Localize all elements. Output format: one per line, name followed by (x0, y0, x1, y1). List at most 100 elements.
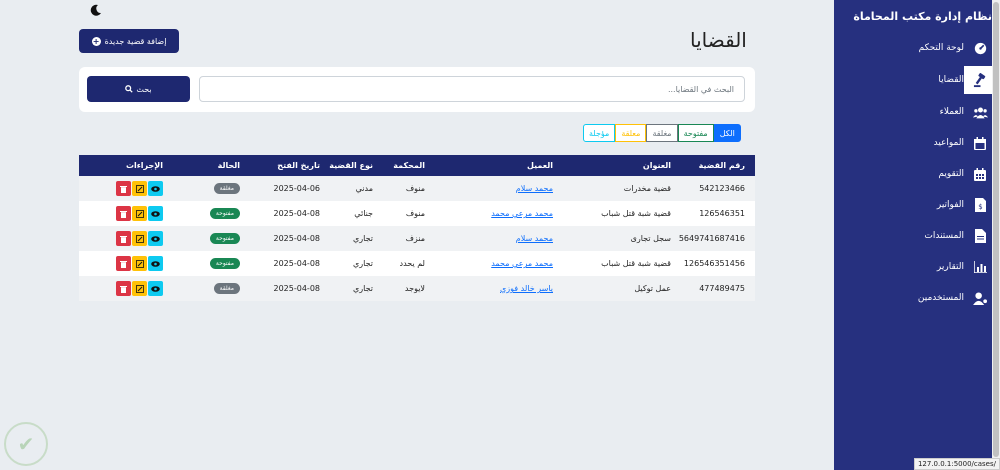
edit-icon (135, 284, 144, 293)
view-button[interactable] (148, 206, 163, 221)
dashboard-icon (972, 40, 988, 56)
sidebar-item-appointments[interactable]: المواعيد (834, 132, 1000, 154)
status-badge: مفتوحة (209, 233, 240, 244)
users-icon (972, 104, 988, 120)
add-case-button[interactable]: إضافة قضية جديدة + (79, 29, 179, 53)
case-type: مدني (355, 184, 373, 193)
status-badge: مغلقة (213, 183, 240, 194)
delete-button[interactable] (116, 256, 131, 271)
svg-text:$: $ (978, 203, 982, 211)
status-filter-group: الكل مفتوحة مغلقة معلقة مؤجلة (583, 124, 741, 142)
table-row: 477489475 عمل توكيل ياسر خالد فوزي لايوجد تج… (79, 276, 755, 301)
plus-icon: + (91, 36, 101, 46)
row-actions (116, 206, 163, 221)
sidebar: نظام إدارة مكتب المحاماة لوحة التحكم الق… (834, 0, 1000, 470)
sidebar-item-dashboard[interactable]: لوحة التحكم (834, 37, 1000, 59)
calendar-days-icon (972, 166, 988, 182)
chart-icon (972, 259, 988, 275)
edit-button[interactable] (132, 281, 147, 296)
table-row: 5649741687416 سجل تجارى محمد سلام منزف تجاري… (79, 226, 755, 251)
case-open-date: 2025-04-08 (273, 284, 321, 293)
filter-postponed[interactable]: مؤجلة (583, 124, 616, 142)
view-button[interactable] (148, 256, 163, 271)
case-title: قضية مخدرات (623, 184, 671, 193)
delete-button[interactable] (116, 231, 131, 246)
eye-icon (151, 260, 160, 267)
case-open-date: 2025-04-08 (273, 234, 321, 243)
sidebar-item-cases[interactable]: القضايا (834, 69, 1000, 91)
sidebar-item-calendar[interactable]: التقويم (834, 163, 1000, 185)
sidebar-item-documents[interactable]: المستندات (834, 225, 1000, 247)
client-link[interactable]: ياسر خالد فوزي (500, 284, 553, 293)
cases-table: رقم القضية العنوان العميل المحكمة نوع ال… (79, 155, 755, 301)
scrollbar-thumb[interactable] (993, 2, 999, 457)
view-button[interactable] (148, 181, 163, 196)
case-court: منزف (405, 234, 425, 243)
sidebar-item-label: التقارير (936, 262, 964, 272)
case-court: منوف (405, 209, 425, 218)
case-court: لم يحدد (399, 259, 425, 268)
table-row: 542123466 قضية مخدرات محمد سلام منوف مدني 202… (79, 176, 755, 201)
sidebar-item-label: لوحة التحكم (918, 43, 964, 53)
client-link[interactable]: محمد سلام (516, 234, 553, 243)
edit-icon (135, 234, 144, 243)
row-actions (116, 281, 163, 296)
case-open-date: 2025-04-06 (273, 184, 321, 193)
add-case-label: إضافة قضية جديدة (104, 36, 167, 46)
search-icon (125, 85, 134, 93)
table-row: 126546351 قضية شبة قتل شباب محمد مرعي محمد… (79, 201, 755, 226)
view-button[interactable] (148, 281, 163, 296)
sidebar-item-users[interactable]: المستخدمين (834, 287, 1000, 309)
row-actions (116, 231, 163, 246)
table-row: 126546351456 قضية شبة قتل شباب محمد مرعي م… (79, 251, 755, 276)
case-court: منوف (405, 184, 425, 193)
col-status: الحالة (217, 161, 240, 170)
gavel-icon (972, 72, 988, 88)
sidebar-item-invoices[interactable]: $ الفواتير (834, 194, 1000, 216)
invoice-icon: $ (972, 197, 988, 213)
client-link[interactable]: محمد سلام (516, 184, 553, 193)
client-link[interactable]: محمد مرعي محمد (491, 259, 553, 268)
case-type: تجاري (353, 284, 373, 293)
status-badge: مفتوحة (209, 258, 240, 269)
calendar-icon (972, 135, 988, 151)
case-number: 5649741687416 (678, 234, 745, 243)
search-button[interactable]: بحث (87, 76, 190, 102)
case-title: سجل تجارى (630, 234, 671, 243)
sidebar-item-label: الفواتير (936, 200, 964, 210)
case-title: قضية شبة قتل شباب (601, 209, 671, 218)
col-court: المحكمة (393, 161, 425, 170)
dark-mode-toggle[interactable] (90, 4, 102, 20)
sidebar-item-label: العملاء (939, 107, 964, 117)
case-open-date: 2025-04-08 (273, 259, 321, 268)
col-open-date: تاريخ الفتح (277, 161, 320, 170)
filter-closed[interactable]: مغلقة (646, 124, 678, 142)
search-input[interactable]: البحث في القضايا... (199, 76, 745, 102)
search-card: البحث في القضايا... بحث (79, 67, 755, 112)
sidebar-item-label: التقويم (938, 169, 964, 179)
sidebar-item-reports[interactable]: التقارير (834, 256, 1000, 278)
edit-button[interactable] (132, 231, 147, 246)
filter-open[interactable]: مفتوحة (677, 124, 714, 142)
user-gear-icon (972, 290, 988, 306)
case-type: تجاري (353, 234, 373, 243)
edit-button[interactable] (132, 206, 147, 221)
delete-button[interactable] (116, 181, 131, 196)
eye-icon (151, 235, 160, 242)
client-link[interactable]: محمد مرعي محمد (491, 209, 553, 218)
delete-button[interactable] (116, 206, 131, 221)
case-number: 126546351456 (683, 259, 745, 268)
scrollbar[interactable] (992, 0, 1000, 470)
sidebar-item-clients[interactable]: العملاء (834, 101, 1000, 123)
eye-icon (151, 210, 160, 217)
delete-button[interactable] (116, 281, 131, 296)
case-title: عمل توكيل (634, 284, 671, 293)
col-case-number: رقم القضية (698, 161, 745, 170)
edit-button[interactable] (132, 181, 147, 196)
filter-all[interactable]: الكل (713, 124, 741, 142)
edit-button[interactable] (132, 256, 147, 271)
status-badge: مفتوحة (209, 208, 240, 219)
view-button[interactable] (148, 231, 163, 246)
filter-suspended[interactable]: معلقة (615, 124, 647, 142)
col-actions: الإجراءات (125, 161, 163, 170)
